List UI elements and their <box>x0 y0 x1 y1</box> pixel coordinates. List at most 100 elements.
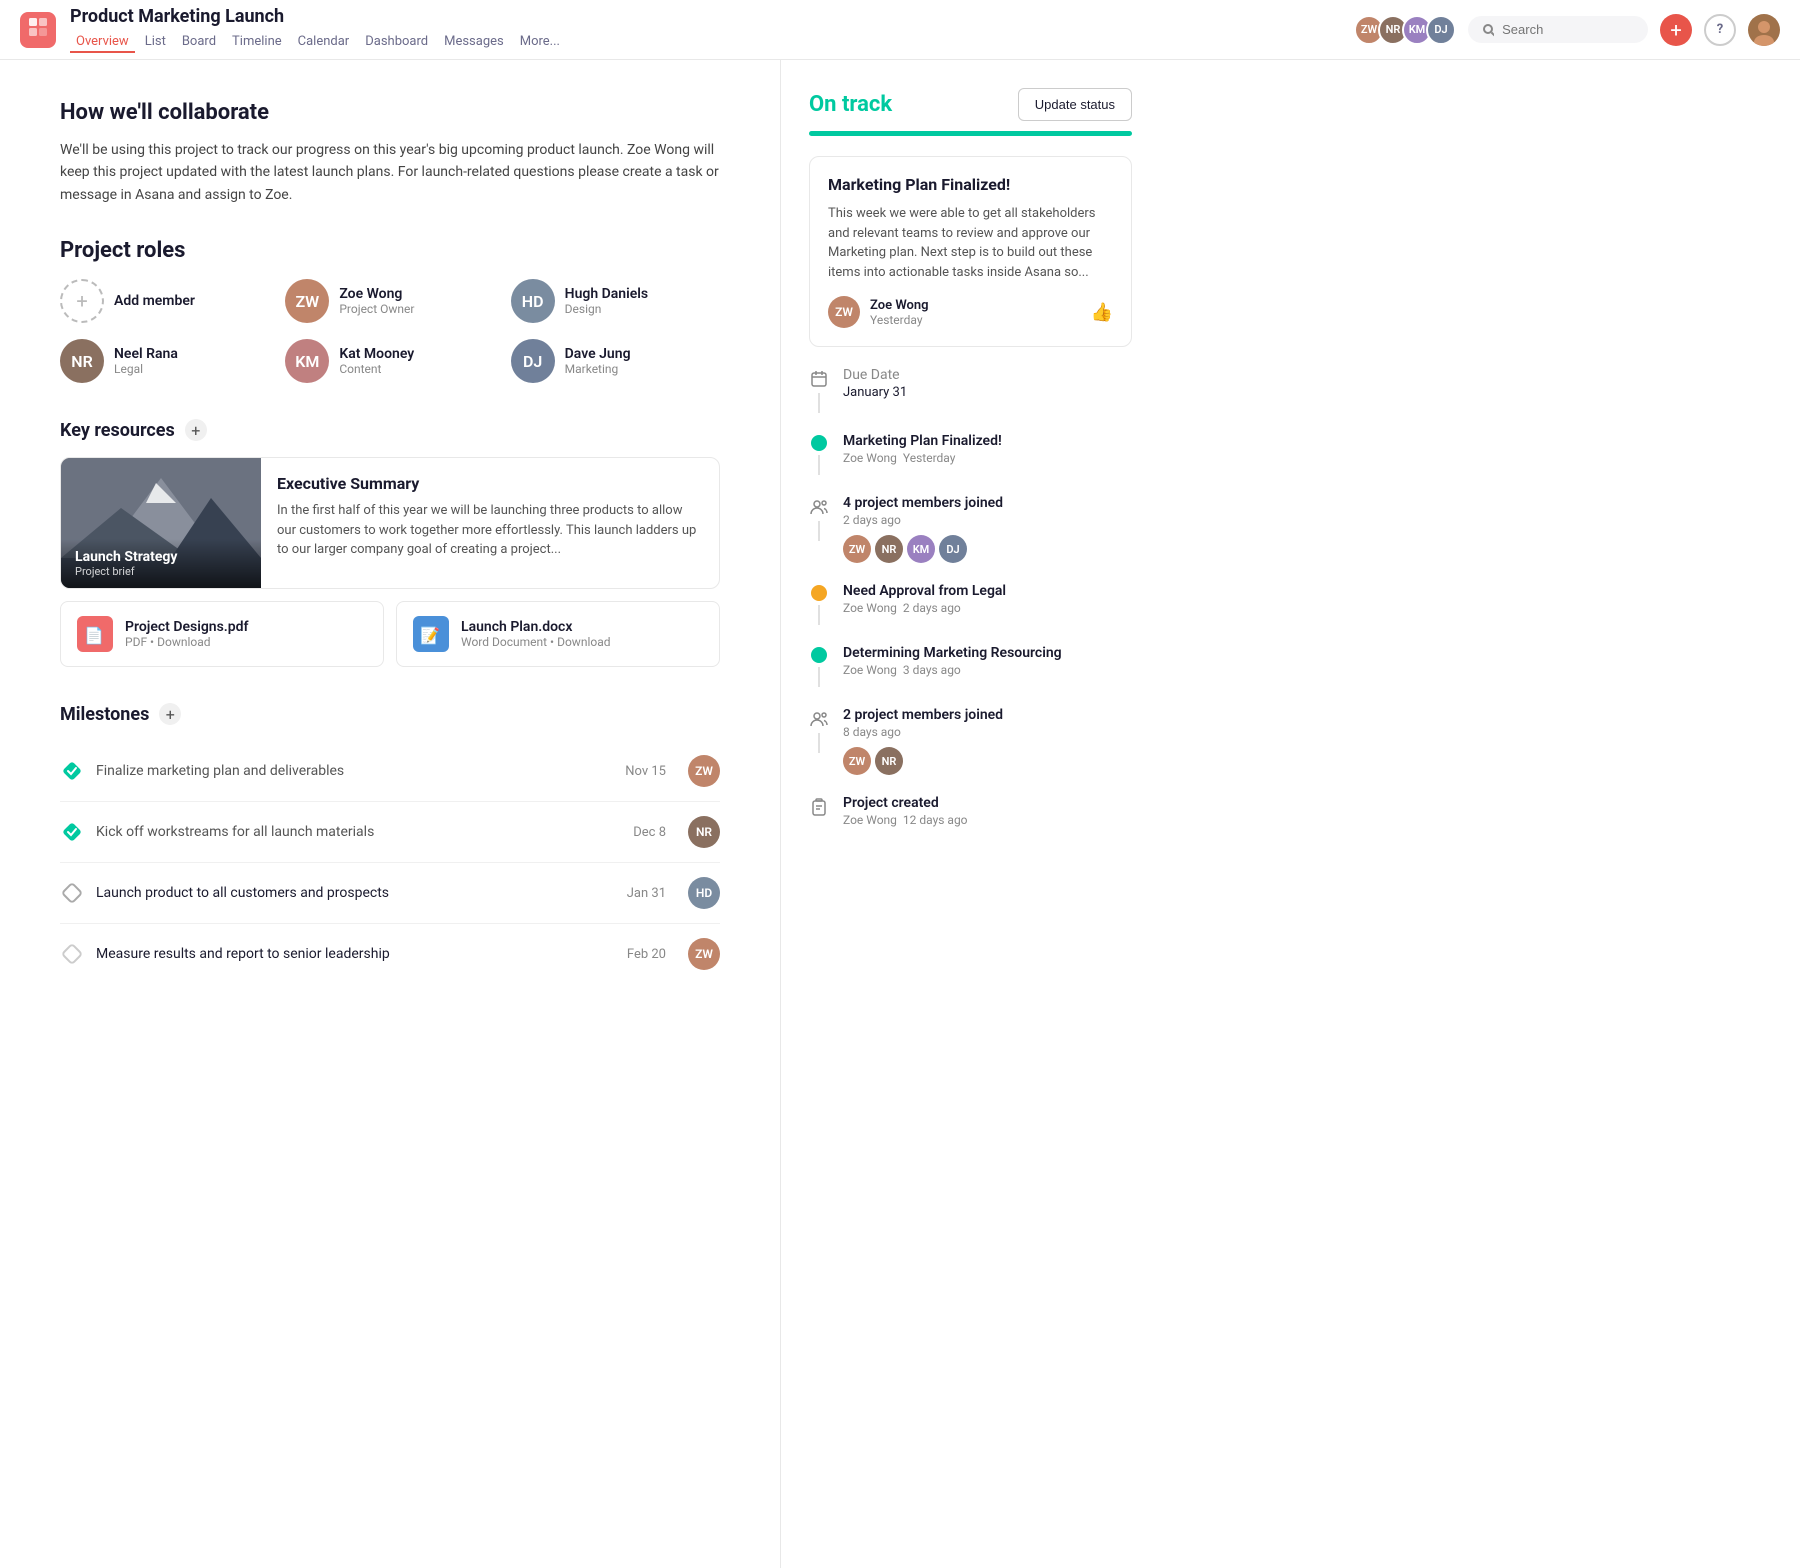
add-button[interactable]: + <box>1660 14 1692 46</box>
search-input[interactable] <box>1502 22 1634 37</box>
timeline-title-created: Project created <box>843 795 1132 811</box>
role-item-kat: KM Kat Mooney Content <box>285 339 494 383</box>
milestones-section: Milestones + Finalize marketing plan and… <box>60 703 720 984</box>
resource-card-main[interactable]: Launch Strategy Project brief Executive … <box>60 457 720 589</box>
milestone-name-3: Launch product to all customers and pros… <box>96 885 615 901</box>
timeline-dot-green-1 <box>811 435 827 451</box>
timeline-dot-col-duedate <box>809 367 829 413</box>
status-author-avatar: ZW <box>828 296 860 328</box>
milestone-item-4[interactable]: Measure results and report to senior lea… <box>60 924 720 984</box>
nav-item-messages[interactable]: Messages <box>438 32 510 53</box>
timeline-duedate-value: January 31 <box>843 385 1132 400</box>
milestones-title: Milestones <box>60 704 149 725</box>
milestone-date-1: Nov 15 <box>625 764 666 779</box>
timeline-content-members4: 4 project members joined 2 days ago ZW N… <box>843 495 1132 563</box>
milestones-add-button[interactable]: + <box>159 703 181 725</box>
nav-item-list[interactable]: List <box>139 32 172 53</box>
timeline-content-duedate: Due Date January 31 <box>843 367 1132 400</box>
like-button[interactable]: 👍 <box>1091 302 1113 323</box>
file-info-pdf: Project Designs.pdf PDF • Download <box>125 619 249 649</box>
role-name-kat: Kat Mooney <box>339 346 414 362</box>
timeline-dot-col-marketing <box>809 433 829 475</box>
milestone-date-4: Feb 20 <box>627 947 666 962</box>
milestone-avatar-1: ZW <box>688 755 720 787</box>
milestone-item-3[interactable]: Launch product to all customers and pros… <box>60 863 720 924</box>
role-name-neel: Neel Rana <box>114 346 178 362</box>
timeline-content-members2: 2 project members joined 8 days ago ZW N… <box>843 707 1132 775</box>
file-card-doc[interactable]: 📝 Launch Plan.docx Word Document • Downl… <box>396 601 720 667</box>
role-info-hugh: Hugh Daniels Design <box>565 286 648 316</box>
timeline-item-created: Project created Zoe Wong 12 days ago <box>809 795 1132 827</box>
timeline-item-members2: 2 project members joined 8 days ago ZW N… <box>809 707 1132 775</box>
role-name-dave: Dave Jung <box>565 346 631 362</box>
avatar-dave[interactable]: DJ <box>1426 15 1456 45</box>
role-title-hugh: Design <box>565 302 648 316</box>
clipboard-icon <box>809 797 829 817</box>
app-icon[interactable] <box>20 12 56 48</box>
timeline-item-legal: Need Approval from Legal Zoe Wong 2 days… <box>809 583 1132 625</box>
status-author-info: Zoe Wong Yesterday <box>870 298 929 327</box>
file-meta-doc: Word Document • Download <box>461 635 611 649</box>
add-member-button[interactable]: + <box>60 279 104 323</box>
role-info-kat: Kat Mooney Content <box>339 346 414 376</box>
milestone-icon-2 <box>60 820 84 844</box>
timeline-section: Due Date January 31 Marketing Plan Final… <box>809 367 1132 827</box>
file-name-doc: Launch Plan.docx <box>461 619 611 635</box>
people-icon-4 <box>809 497 829 517</box>
timeline-sub-members4: 2 days ago <box>843 513 1132 527</box>
timeline-avatars-members2: ZW NR <box>843 747 1132 775</box>
status-update-desc: This week we were able to get all stakeh… <box>828 204 1113 282</box>
resource-thumbnail-title: Launch Strategy <box>75 549 247 565</box>
status-update-card: Marketing Plan Finalized! This week we w… <box>809 156 1132 347</box>
timeline-dot-col-legal <box>809 583 829 625</box>
milestone-item-1[interactable]: Finalize marketing plan and deliverables… <box>60 741 720 802</box>
resources-add-button[interactable]: + <box>185 419 207 441</box>
role-item-zoe: ZW Zoe Wong Project Owner <box>285 279 494 323</box>
timeline-item-duedate: Due Date January 31 <box>809 367 1132 413</box>
roles-section: Project roles + Add member ZW Zoe Wong P… <box>60 238 720 383</box>
tl-avatar-4: DJ <box>939 535 967 563</box>
file-meta-pdf: PDF • Download <box>125 635 249 649</box>
search-bar[interactable] <box>1468 16 1648 43</box>
header-avatar-group[interactable]: ZW NR KM DJ <box>1354 15 1456 45</box>
help-button[interactable]: ? <box>1704 14 1736 46</box>
add-member-item[interactable]: + Add member <box>60 279 269 323</box>
avatar-hugh-role: HD <box>511 279 555 323</box>
role-name-hugh: Hugh Daniels <box>565 286 648 302</box>
milestone-icon-3 <box>60 881 84 905</box>
timeline-sub-legal: Zoe Wong 2 days ago <box>843 601 1132 615</box>
tl-avatar-2: NR <box>875 535 903 563</box>
timeline-dot-orange <box>811 585 827 601</box>
status-author-name: Zoe Wong <box>870 298 929 313</box>
milestone-name-4: Measure results and report to senior lea… <box>96 946 615 962</box>
status-label: On track <box>809 92 892 117</box>
resources-title: Key resources <box>60 420 175 441</box>
app-icon-glyph <box>27 16 49 43</box>
milestone-item-2[interactable]: Kick off workstreams for all launch mate… <box>60 802 720 863</box>
role-item-dave: DJ Dave Jung Marketing <box>511 339 720 383</box>
role-item-hugh: HD Hugh Daniels Design <box>511 279 720 323</box>
timeline-item-resourcing: Determining Marketing Resourcing Zoe Won… <box>809 645 1132 687</box>
nav-item-timeline[interactable]: Timeline <box>226 32 288 53</box>
status-author: ZW Zoe Wong Yesterday <box>828 296 929 328</box>
tl-avatar-m2-2: NR <box>875 747 903 775</box>
nav-item-more[interactable]: More... <box>514 32 566 53</box>
role-item-neel: NR Neel Rana Legal <box>60 339 269 383</box>
milestone-icon-4 <box>60 942 84 966</box>
role-info-zoe: Zoe Wong Project Owner <box>339 286 414 316</box>
nav-item-board[interactable]: Board <box>176 32 222 53</box>
role-info-neel: Neel Rana Legal <box>114 346 178 376</box>
milestone-icon-1 <box>60 759 84 783</box>
timeline-sub-created: Zoe Wong 12 days ago <box>843 813 1132 827</box>
status-bar <box>809 131 1132 136</box>
milestone-name-1: Finalize marketing plan and deliverables <box>96 763 613 779</box>
nav-item-calendar[interactable]: Calendar <box>292 32 356 53</box>
user-avatar[interactable] <box>1748 14 1780 46</box>
timeline-sub-resourcing: Zoe Wong 3 days ago <box>843 663 1132 677</box>
update-status-button[interactable]: Update status <box>1018 88 1132 121</box>
timeline-title-marketing: Marketing Plan Finalized! <box>843 433 1132 449</box>
file-card-pdf[interactable]: 📄 Project Designs.pdf PDF • Download <box>60 601 384 667</box>
nav-item-overview[interactable]: Overview <box>70 32 135 53</box>
nav-item-dashboard[interactable]: Dashboard <box>359 32 434 53</box>
pdf-icon: 📄 <box>77 616 113 652</box>
